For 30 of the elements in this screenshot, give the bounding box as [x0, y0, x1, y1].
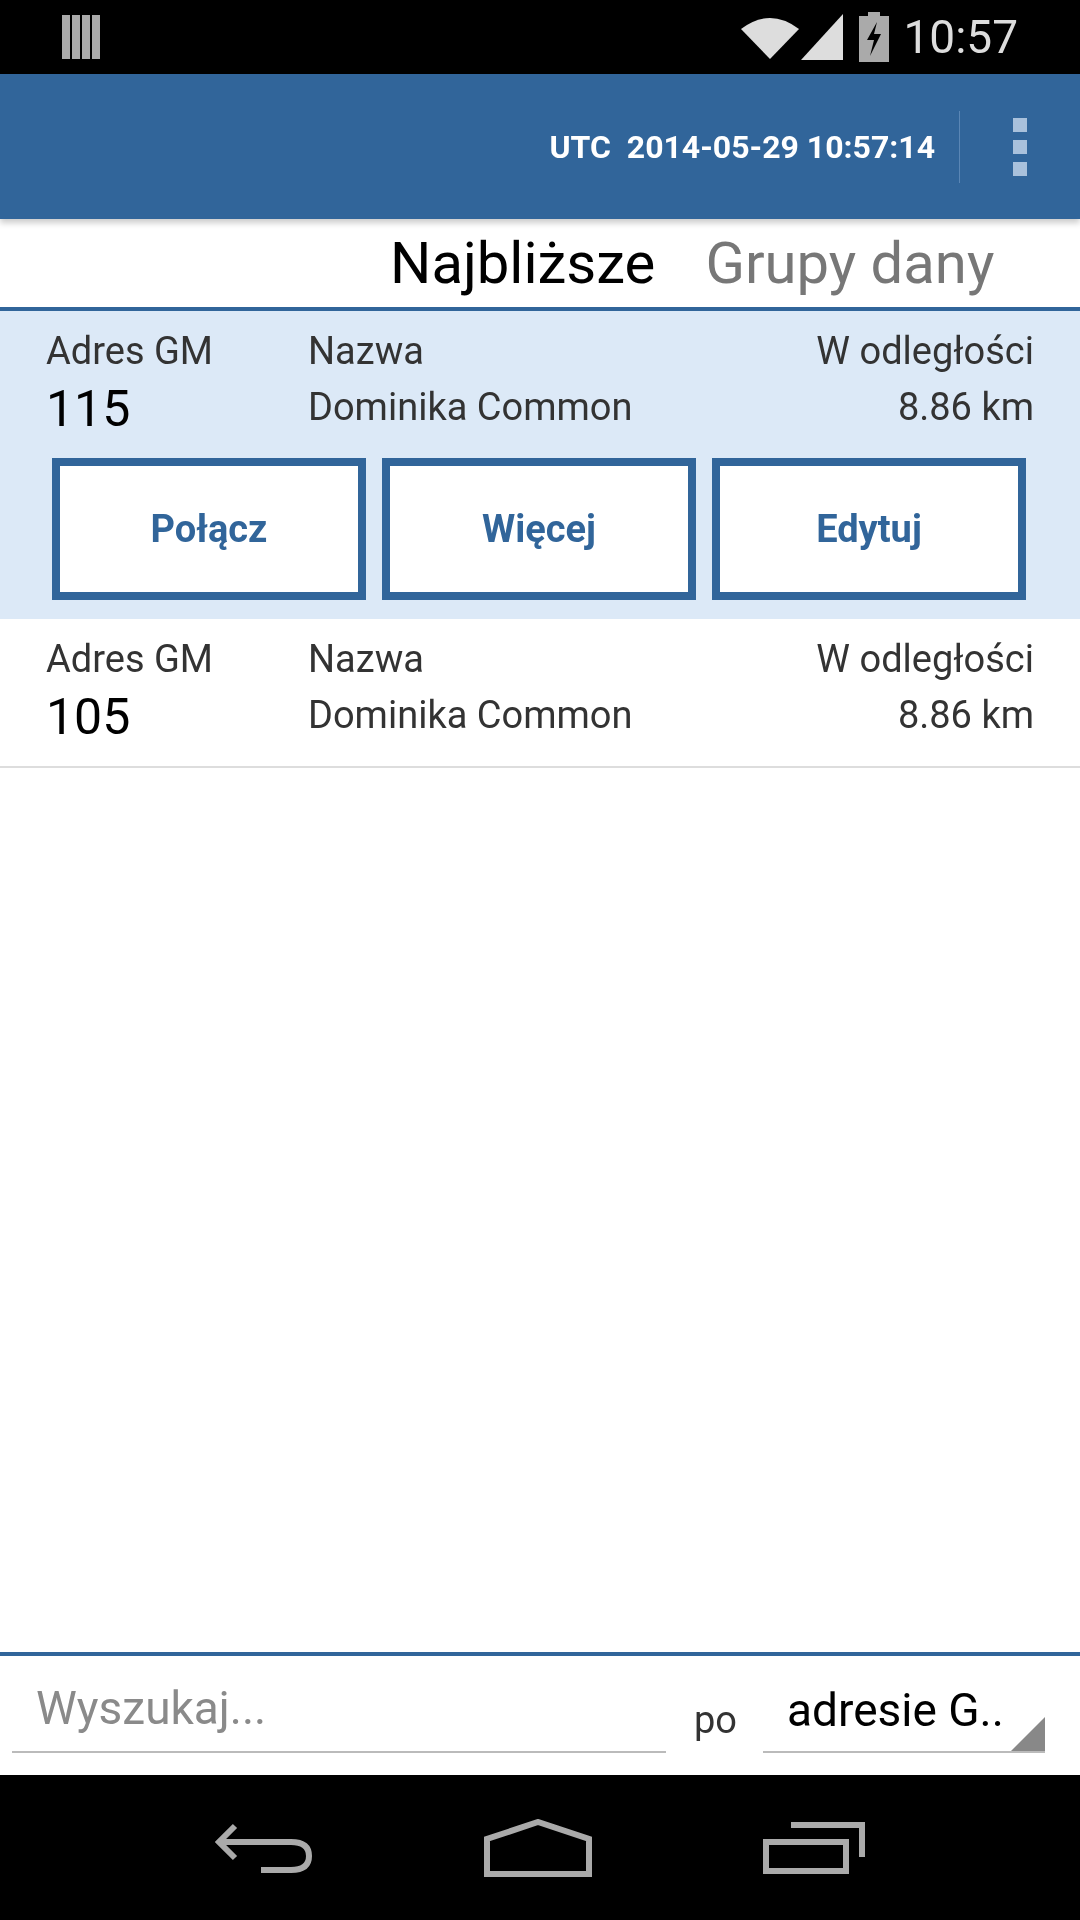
- field-label: W odległości: [816, 328, 1034, 375]
- home-icon[interactable]: [484, 1818, 592, 1877]
- field-label: Nazwa: [308, 636, 424, 683]
- field-label: Adres GM: [46, 328, 213, 375]
- distance-value: 8.86 km: [897, 384, 1034, 431]
- recent-apps-icon[interactable]: [762, 1821, 865, 1874]
- clock-text: 10:57: [903, 14, 1018, 60]
- menu-icon: [1013, 117, 1027, 176]
- dropdown-corner-icon: [1011, 1716, 1045, 1751]
- name-value: Dominika Common: [308, 692, 633, 739]
- utc-clock: UTC 2014-05-29 10:57:14: [549, 126, 935, 168]
- distance-value: 8.86 km: [897, 692, 1034, 739]
- action-button[interactable]: Edytuj: [712, 458, 1026, 600]
- wifi-icon: [741, 15, 800, 59]
- search-field[interactable]: Wyszukaj...: [36, 1673, 642, 1743]
- list-row[interactable]: Adres GM 115 Nazwa Dominika Common W odległości 8.86 km Połącz Więcej Edytuj: [0, 311, 1080, 619]
- field-label: Nazwa: [308, 328, 424, 375]
- field-label: Adres GM: [46, 636, 213, 683]
- search-by-label: po: [694, 1697, 737, 1744]
- field-label: W odległości: [816, 636, 1034, 683]
- signal-icon: [801, 14, 844, 60]
- action-button[interactable]: Połącz: [52, 458, 366, 600]
- address-value: 115: [46, 379, 131, 440]
- back-icon[interactable]: [215, 1821, 314, 1874]
- action-button[interactable]: Więcej: [382, 458, 696, 600]
- name-value: Dominika Common: [308, 384, 633, 431]
- notification-icon: [62, 15, 100, 59]
- search-by-dropdown[interactable]: adresie G..: [763, 1678, 1045, 1753]
- address-value: 105: [46, 687, 131, 748]
- battery-icon: [859, 12, 890, 62]
